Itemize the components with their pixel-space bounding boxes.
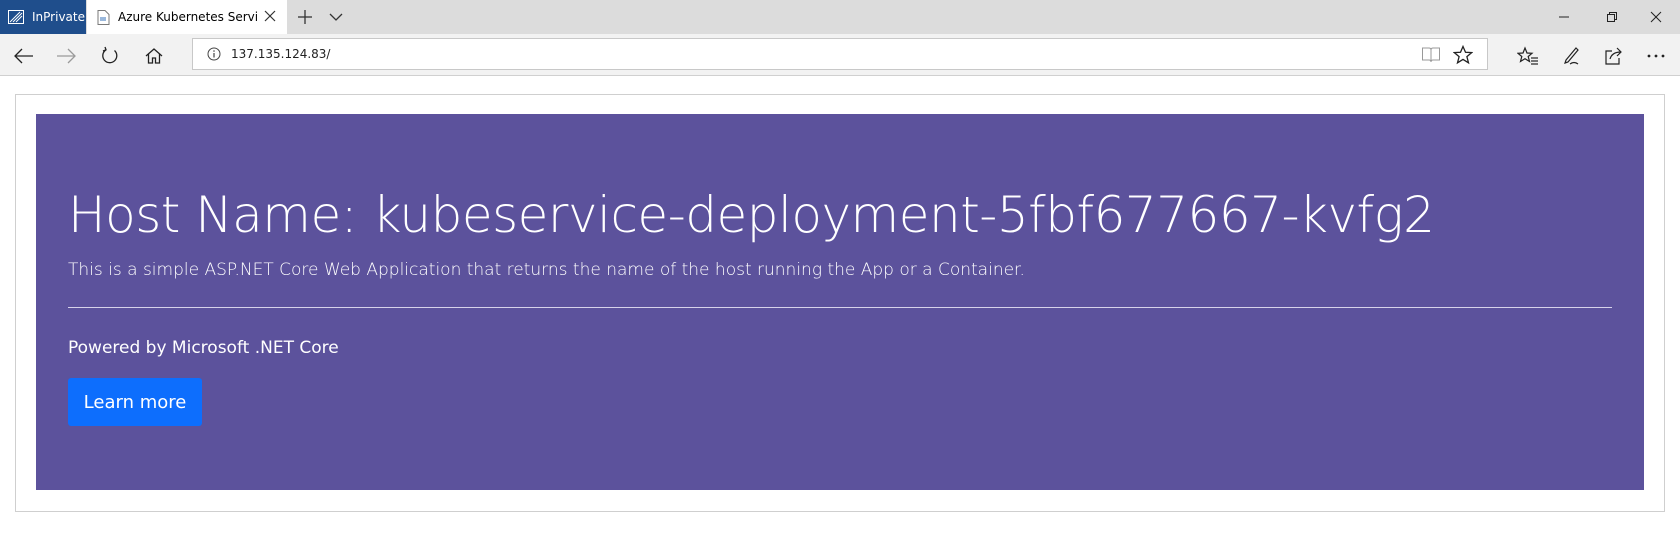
maximize-button[interactable]: [1588, 0, 1636, 34]
share-icon: [1605, 47, 1622, 65]
close-icon: [1650, 11, 1662, 23]
chevron-down-icon[interactable]: [328, 10, 344, 24]
refresh-button[interactable]: [96, 42, 124, 70]
learn-more-button[interactable]: Learn more: [68, 378, 202, 426]
minimize-button[interactable]: [1540, 0, 1588, 34]
close-icon[interactable]: [263, 9, 277, 23]
tab-title: Azure Kubernetes Servic: [118, 10, 258, 24]
reading-view-icon[interactable]: [1421, 46, 1441, 64]
pen-icon: [1564, 47, 1579, 65]
lead-text: This is a simple ASP.NET Core Web Applic…: [68, 260, 1025, 280]
nav-bar: 137.135.124.83/: [0, 34, 1680, 76]
favorites-icon: [1517, 46, 1538, 65]
maximize-icon: [1607, 12, 1617, 22]
active-tab[interactable]: Azure Kubernetes Servic: [87, 0, 287, 34]
powered-by-text: Powered by Microsoft .NET Core: [68, 338, 339, 358]
minimize-icon: [1559, 16, 1569, 18]
inprivate-icon: [8, 10, 24, 24]
share-button[interactable]: [1600, 42, 1628, 70]
more-button[interactable]: [1642, 42, 1670, 70]
page-icon: [97, 9, 110, 25]
back-arrow-icon: [14, 48, 33, 64]
forward-button[interactable]: [52, 42, 80, 70]
more-icon: [1647, 54, 1665, 58]
inprivate-badge: InPrivate: [0, 0, 86, 34]
title-bar: InPrivate Azure Kubernetes Servic: [0, 0, 1680, 34]
favorites-button[interactable]: [1514, 42, 1542, 70]
jumbotron: Host Name: kubeservice-deployment-5fbf67…: [36, 114, 1644, 490]
home-icon: [145, 48, 163, 64]
window-close-button[interactable]: [1632, 0, 1680, 34]
plus-icon[interactable]: [296, 8, 314, 26]
forward-arrow-icon: [57, 48, 76, 64]
info-icon[interactable]: [207, 47, 221, 61]
divider: [68, 307, 1612, 308]
notes-button[interactable]: [1558, 42, 1586, 70]
inprivate-label: InPrivate: [32, 10, 85, 24]
star-icon[interactable]: [1453, 45, 1473, 65]
url-text[interactable]: 137.135.124.83/: [231, 47, 330, 61]
address-bar[interactable]: 137.135.124.83/: [192, 38, 1488, 70]
refresh-icon: [102, 46, 118, 64]
home-button[interactable]: [140, 42, 168, 70]
page-title: Host Name: kubeservice-deployment-5fbf67…: [68, 186, 1435, 244]
back-button[interactable]: [10, 42, 38, 70]
